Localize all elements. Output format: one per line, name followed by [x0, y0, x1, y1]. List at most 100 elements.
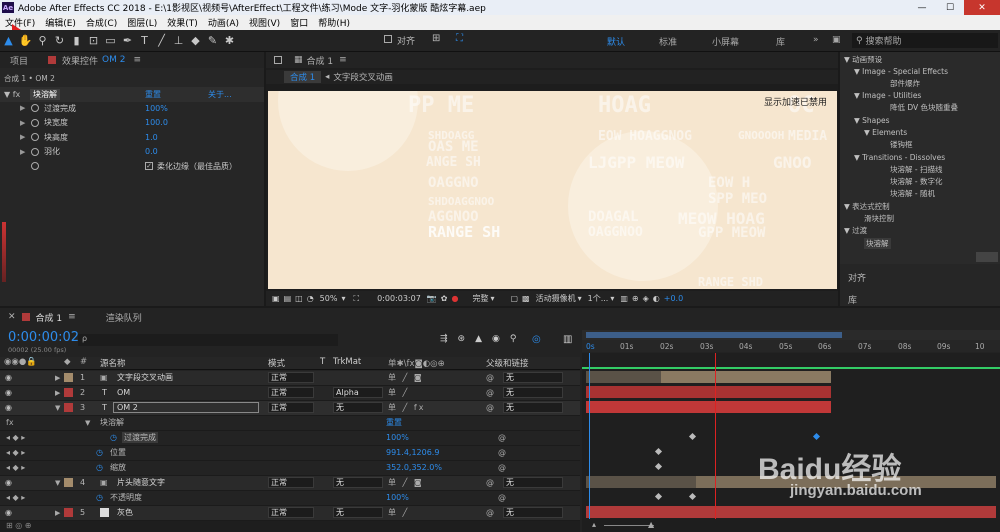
- tab-menu-icon[interactable]: ≡: [339, 55, 347, 65]
- collapse-icon[interactable]: ▼: [55, 479, 60, 487]
- panel-icon[interactable]: ▣: [832, 35, 841, 45]
- close-button[interactable]: ✕: [964, 0, 1000, 15]
- resolution-icon[interactable]: ◫: [295, 294, 303, 303]
- layer-name[interactable]: OM: [117, 388, 130, 397]
- layer-row-4[interactable]: ◉ ▼ 4 ▣ 片头随意文字 正常 无 单 ╱ ◙ @ 无: [0, 476, 580, 491]
- prop-value[interactable]: 100%: [145, 104, 168, 113]
- time-ruler[interactable]: 0s 01s 02s 03s 04s 05s 06s 07s 08s 09s 1…: [582, 340, 1000, 352]
- tab-project[interactable]: 项目: [10, 54, 28, 67]
- effect-header-row[interactable]: ▼ fx 块溶解 重置 关于...: [0, 87, 264, 102]
- property-value[interactable]: 100%: [386, 433, 409, 442]
- layer-trkmat-select[interactable]: 无: [333, 507, 383, 519]
- layer-bar[interactable]: [586, 506, 996, 518]
- zoom-select[interactable]: 50%: [320, 294, 338, 303]
- rectangle-tool-icon[interactable]: ▭: [102, 32, 119, 50]
- stopwatch-icon[interactable]: ◷: [96, 448, 103, 457]
- tree-item[interactable]: 滑块控制: [840, 212, 1000, 224]
- keyframe[interactable]: [688, 432, 697, 441]
- tab-effect-layer[interactable]: OM 2: [102, 55, 125, 65]
- expand-icon[interactable]: ▶: [55, 374, 60, 382]
- keyframe[interactable]: [654, 462, 663, 471]
- menu-animation[interactable]: 动画(A): [203, 16, 244, 29]
- layer-trkmat-select[interactable]: 无: [333, 477, 383, 489]
- layer-bar[interactable]: [586, 401, 831, 413]
- snap-icon[interactable]: ⊞: [432, 33, 440, 44]
- layer-parent-select[interactable]: 无: [503, 507, 563, 519]
- tree-item[interactable]: ▼ Image - Special Effects: [840, 65, 1000, 77]
- expand-icon[interactable]: ▶: [55, 509, 60, 517]
- selection-tool-icon[interactable]: ▲: [0, 32, 17, 50]
- puppet-tool-icon[interactable]: ✱: [221, 32, 238, 50]
- reset-exposure-icon[interactable]: ◐: [653, 294, 660, 303]
- prop-value[interactable]: 0.0: [145, 147, 158, 156]
- tree-item[interactable]: ▼ Transitions - Dissolves: [840, 151, 1000, 163]
- stopwatch-icon[interactable]: [31, 104, 39, 113]
- tree-item[interactable]: 镂钩框: [840, 138, 1000, 150]
- keyframe-nav-icon[interactable]: ◂ ◆ ▸: [6, 433, 25, 442]
- pen-tool-icon[interactable]: ✒: [119, 32, 136, 50]
- library-panel-title[interactable]: 库: [848, 293, 857, 306]
- search-help-input[interactable]: ⚲ 搜索帮助: [852, 33, 998, 48]
- col-mode[interactable]: 模式: [268, 357, 285, 369]
- layer-mode-select[interactable]: 正常: [268, 372, 314, 384]
- tree-item-selected[interactable]: 块溶解: [840, 237, 1000, 249]
- col-trkmat[interactable]: TrkMat: [333, 357, 361, 367]
- layer-bar[interactable]: [661, 371, 831, 383]
- tree-item[interactable]: ▼ 动画预设: [840, 53, 1000, 65]
- keyframe-nav-icon[interactable]: ◂ ◆ ▸: [6, 463, 25, 472]
- stopwatch-icon[interactable]: ◷: [96, 493, 103, 502]
- property-value[interactable]: 991.4,1206.9: [386, 448, 439, 457]
- prop-row[interactable]: ▶ 块高度 1.0: [0, 130, 264, 145]
- zoom-slider[interactable]: [604, 525, 654, 526]
- pickwhip-icon[interactable]: @: [498, 433, 506, 442]
- prop-row[interactable]: ▶ 块宽度 100.0: [0, 116, 264, 131]
- tab-effect-controls[interactable]: 效果控件: [62, 54, 98, 67]
- pickwhip-icon[interactable]: @: [486, 373, 494, 382]
- layer-switches[interactable]: 单 ╱: [388, 507, 409, 518]
- render-queue-tab[interactable]: 渲染队列: [106, 311, 142, 324]
- chart-icon[interactable]: ▥: [563, 334, 572, 345]
- timeline-zoom-bar[interactable]: ▴ ▲: [582, 519, 1000, 532]
- preview-icon[interactable]: ▣: [272, 294, 280, 303]
- layer-trkmat-select[interactable]: Alpha: [333, 387, 383, 399]
- expand-icon[interactable]: ▶: [20, 148, 25, 156]
- camera-select[interactable]: 活动摄像机: [536, 293, 576, 304]
- hand-tool-icon[interactable]: ✋: [17, 32, 34, 50]
- layer-label-swatch[interactable]: [64, 388, 73, 398]
- minimize-button[interactable]: —: [908, 0, 936, 15]
- layer-name[interactable]: 片头随意文字: [117, 477, 165, 488]
- align-panel-title[interactable]: 对齐: [848, 271, 866, 284]
- effect-reset[interactable]: 重置: [386, 417, 402, 428]
- viewer-timecode[interactable]: 0:00:03:07: [377, 294, 421, 303]
- workspace-small-screen[interactable]: 小屏幕: [712, 35, 739, 48]
- viewer-breadcrumb-layer[interactable]: 文字段交叉动画: [333, 71, 393, 83]
- tree-item[interactable]: 块溶解 - 扫描线: [840, 163, 1000, 175]
- col-source-name[interactable]: 源名称: [100, 357, 126, 369]
- stopwatch-icon[interactable]: [31, 118, 39, 127]
- stopwatch-icon[interactable]: [31, 162, 39, 171]
- layer-bar[interactable]: [586, 476, 696, 488]
- visibility-icon[interactable]: ◉: [5, 508, 12, 517]
- rotate-tool-icon[interactable]: ↻: [51, 32, 68, 50]
- lock-icon[interactable]: [274, 56, 282, 64]
- maximize-button[interactable]: ☐: [936, 0, 964, 15]
- views-select[interactable]: 1个...: [588, 293, 609, 304]
- composition-canvas[interactable]: PP ME HOAG OC SHDOAGG GNOOOOH OAS ME EOW…: [268, 91, 837, 289]
- viewer-breadcrumb-comp[interactable]: 合成 1: [284, 71, 322, 83]
- tree-item[interactable]: 块溶解 - 随机: [840, 187, 1000, 199]
- menu-help[interactable]: 帮助(H): [313, 16, 355, 29]
- menu-view[interactable]: 视图(V): [244, 16, 285, 29]
- work-area-range[interactable]: [586, 332, 842, 338]
- tree-item[interactable]: 块溶解 - 数字化: [840, 175, 1000, 187]
- layer-mode-select[interactable]: 正常: [268, 507, 314, 519]
- property-row-scale[interactable]: ◂ ◆ ▸ ◷ 缩放 352.0,352.0% @: [0, 461, 580, 476]
- pickwhip-icon[interactable]: @: [498, 493, 506, 502]
- pickwhip-icon[interactable]: @: [486, 388, 494, 397]
- scrollbar[interactable]: [976, 252, 998, 262]
- pan-behind-tool-icon[interactable]: ⊡: [85, 32, 102, 50]
- effects-group-row[interactable]: fx ▼ 块溶解 重置: [0, 416, 580, 431]
- roi-icon[interactable]: ▢: [510, 294, 518, 303]
- layer-parent-select[interactable]: 无: [503, 402, 563, 414]
- expand-icon[interactable]: ▶: [20, 119, 25, 127]
- prop-row[interactable]: ▶ 羽化 0.0: [0, 145, 264, 160]
